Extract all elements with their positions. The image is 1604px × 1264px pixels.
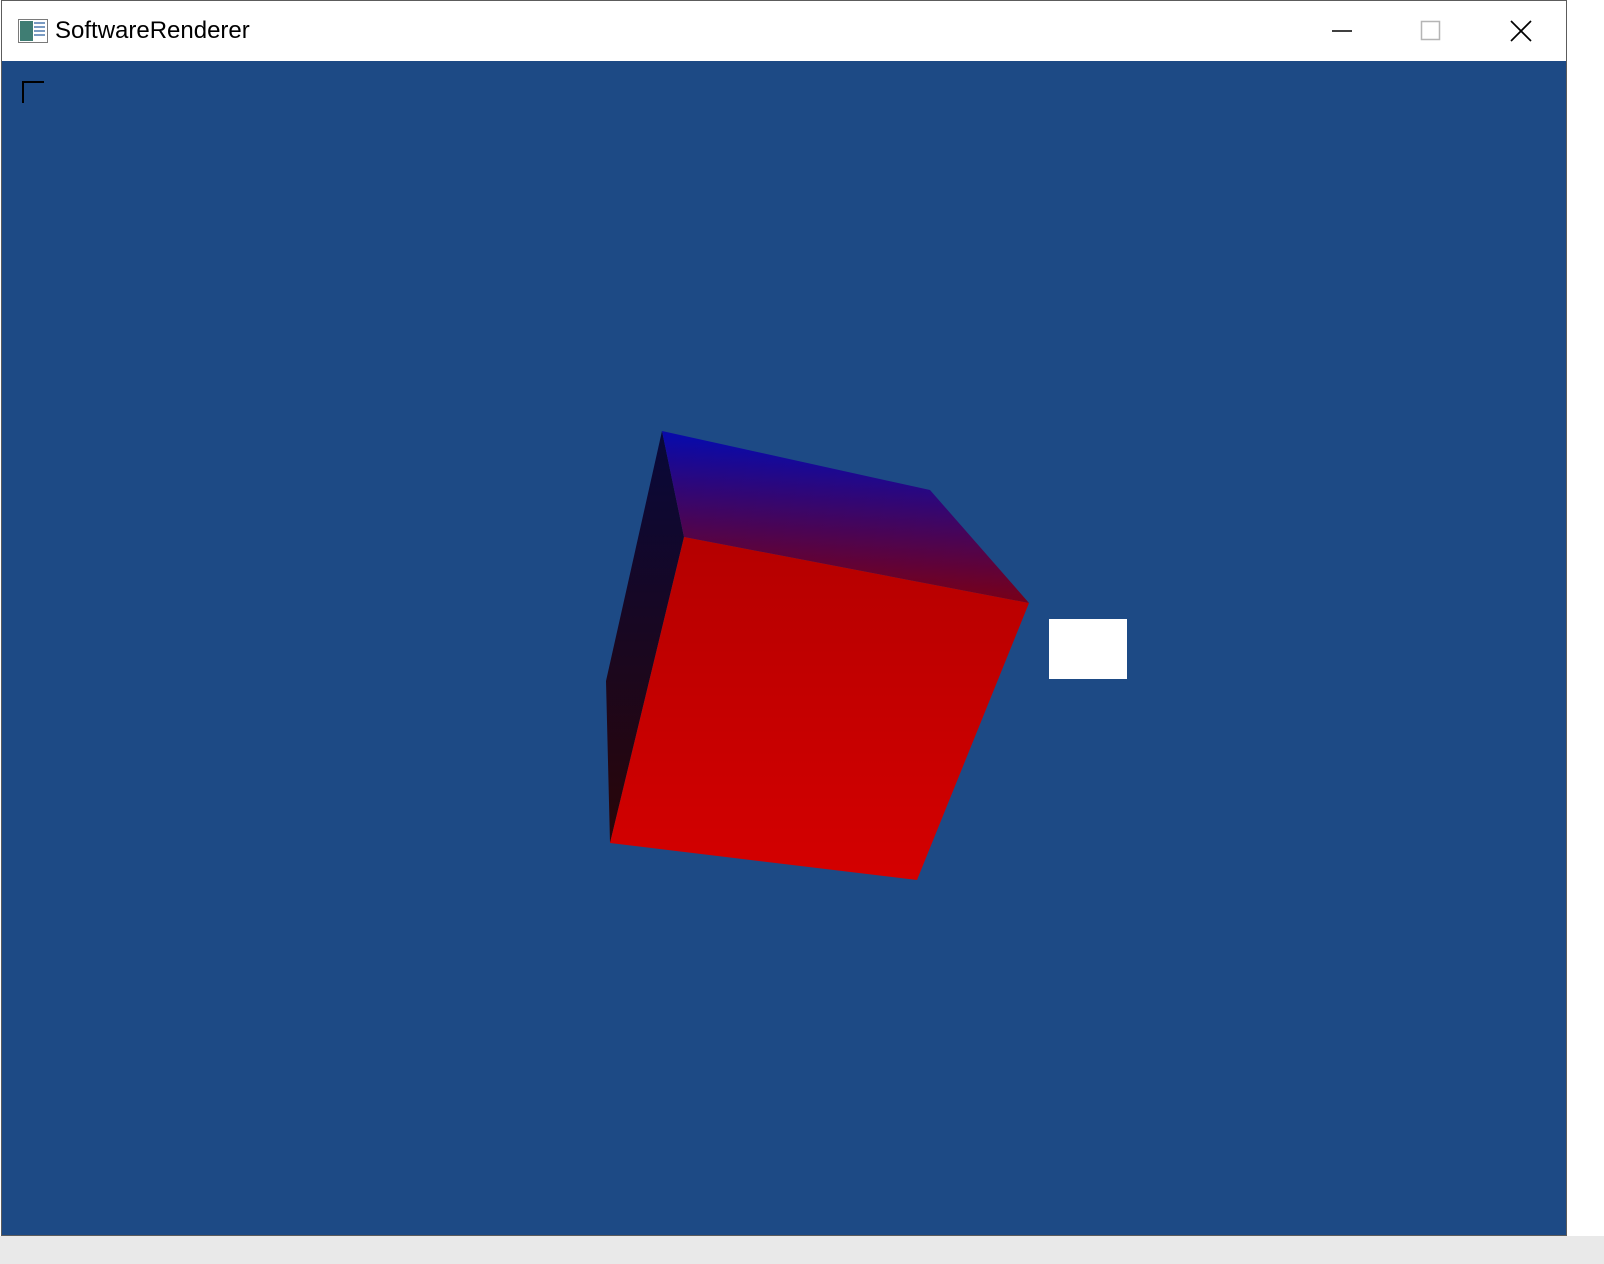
light-marker — [1049, 619, 1127, 679]
desktop-strip — [0, 1236, 1604, 1264]
minimize-icon — [1332, 30, 1352, 32]
minimize-button[interactable] — [1297, 1, 1387, 61]
maximize-icon — [1420, 20, 1441, 41]
close-button[interactable] — [1476, 1, 1566, 61]
render-viewport[interactable] — [2, 61, 1566, 1235]
app-window-icon — [18, 19, 48, 43]
close-icon — [1510, 20, 1532, 42]
rendered-scene — [606, 431, 1127, 880]
window-title: SoftwareRenderer — [55, 17, 250, 44]
title-bar[interactable]: SoftwareRenderer — [2, 1, 1566, 61]
app-window: SoftwareRenderer — [1, 0, 1567, 1236]
maximize-button[interactable] — [1386, 1, 1476, 61]
